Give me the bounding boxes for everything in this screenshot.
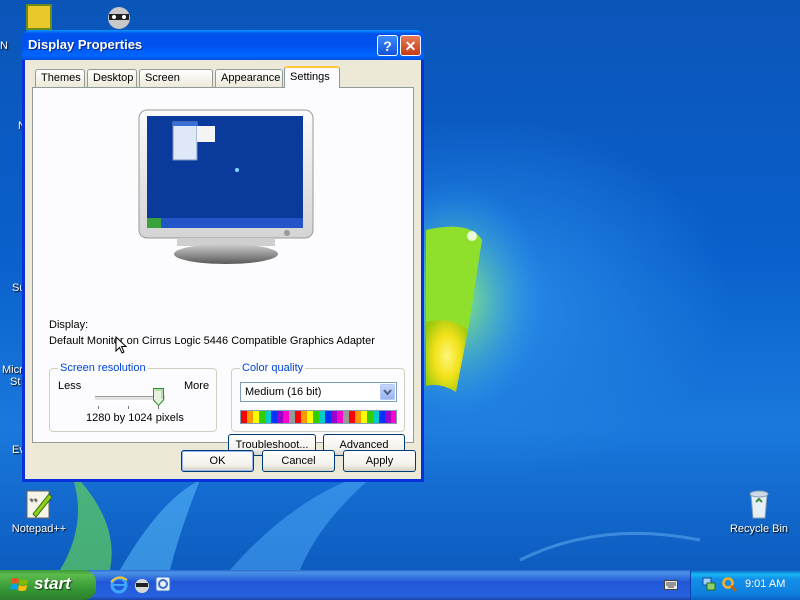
- color-preview-bar: [240, 410, 397, 424]
- title-bar[interactable]: Display Properties ? ✕: [22, 30, 424, 60]
- screen-resolution-group: Screen resolution Less More 1280 by 1024…: [49, 362, 217, 432]
- desktop-icon-notepadpp[interactable]: ++ Notepad++: [4, 488, 74, 535]
- resolution-value: 1280 by 1024 pixels: [86, 412, 184, 424]
- settings-panel: Display: Default Monitor on Cirrus Logic…: [32, 87, 414, 456]
- windows-logo-icon: [10, 578, 28, 591]
- network-icon[interactable]: [701, 576, 717, 592]
- icon-label: Notepad++: [11, 523, 67, 535]
- cancel-button[interactable]: Cancel: [262, 450, 335, 472]
- app-icon[interactable]: [26, 4, 52, 30]
- resolution-slider-thumb[interactable]: [153, 388, 164, 406]
- slider-tick: [128, 406, 129, 409]
- notepadpp-icon: ++: [23, 488, 55, 520]
- app-shortcut-icon[interactable]: [155, 576, 171, 592]
- tab-label: Desktop: [93, 72, 134, 84]
- tab-label: Appearance: [221, 72, 281, 84]
- raccoon-icon[interactable]: [104, 4, 134, 30]
- desktop-label-partial: Micr: [2, 364, 23, 376]
- clock[interactable]: 9:01 AM: [745, 578, 785, 590]
- display-value: Default Monitor on Cirrus Logic 5446 Com…: [49, 335, 375, 347]
- help-icon: ?: [383, 38, 392, 54]
- desktop-label-partial: N: [0, 40, 8, 52]
- apply-button[interactable]: Apply: [343, 450, 416, 472]
- color-quality-selected: Medium (16 bit): [245, 386, 322, 398]
- start-label: start: [34, 574, 71, 593]
- taskbar: start 9:01 AM: [0, 570, 800, 600]
- display-properties-window: Display Properties ? ✕ Themes Desktop Sc…: [22, 30, 424, 482]
- group-title: Screen resolution: [58, 362, 148, 374]
- more-label: More: [184, 380, 210, 392]
- monitor-preview: [138, 109, 314, 264]
- close-icon: ✕: [404, 38, 417, 54]
- svg-text:++: ++: [29, 497, 37, 504]
- tab-screen-saver[interactable]: Screen Saver: [139, 69, 213, 101]
- tab-appearance[interactable]: Appearance: [215, 69, 283, 87]
- color-quality-select[interactable]: Medium (16 bit): [240, 382, 397, 402]
- tab-themes[interactable]: Themes: [35, 69, 85, 87]
- internet-explorer-icon[interactable]: [110, 576, 128, 594]
- raccoon-app-icon[interactable]: [133, 576, 151, 594]
- group-title: Color quality: [240, 362, 306, 374]
- help-button[interactable]: ?: [377, 35, 398, 56]
- window-title: Display Properties: [28, 37, 143, 52]
- recycle-bin-icon: [743, 488, 775, 520]
- start-button[interactable]: start: [0, 570, 96, 600]
- icon-label: Recycle Bin: [729, 523, 789, 535]
- tab-label: Settings: [290, 71, 330, 83]
- mouse-cursor-icon: [115, 336, 127, 354]
- tab-label: Themes: [41, 72, 81, 84]
- close-button[interactable]: ✕: [400, 35, 421, 56]
- desktop-label-partial: St: [10, 376, 21, 388]
- chevron-down-icon: [383, 389, 392, 396]
- less-label: Less: [58, 380, 82, 392]
- color-quality-group: Color quality Medium (16 bit): [231, 362, 405, 432]
- desktop-icon-recycle-bin[interactable]: Recycle Bin: [724, 488, 794, 535]
- dropdown-button[interactable]: [380, 384, 395, 400]
- tab-desktop[interactable]: Desktop: [87, 69, 137, 87]
- ok-button[interactable]: OK: [181, 450, 254, 472]
- slider-tick: [158, 406, 159, 409]
- display-label: Display:: [49, 319, 89, 331]
- tab-settings[interactable]: Settings: [284, 66, 340, 88]
- search-icon[interactable]: [721, 576, 737, 592]
- keyboard-icon[interactable]: [664, 579, 678, 591]
- system-tray: 9:01 AM: [690, 570, 800, 600]
- slider-tick: [98, 406, 99, 409]
